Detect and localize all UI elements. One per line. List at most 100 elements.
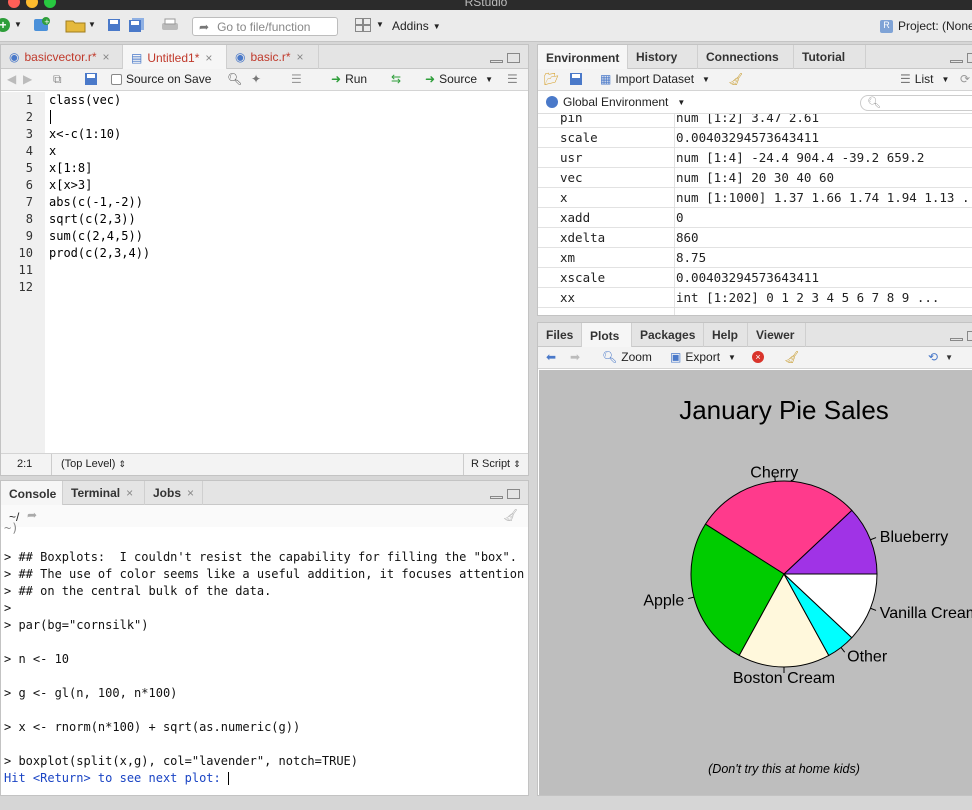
maximize-pane-icon[interactable] xyxy=(967,53,972,63)
back-arrow-icon[interactable]: ◀ xyxy=(7,72,16,86)
table-row[interactable]: xm 8.75 xyxy=(538,248,972,268)
table-row[interactable]: scale 0.00403294573643411 xyxy=(538,128,972,148)
tab-viewer[interactable]: Viewer xyxy=(748,323,806,347)
close-icon[interactable]: × xyxy=(297,50,304,64)
refresh-icon[interactable]: ⟳ xyxy=(960,72,970,86)
code-line[interactable]: class(vec) xyxy=(49,93,121,107)
rerun-icon[interactable]: ⇆ xyxy=(391,72,401,86)
maximize-pane-icon[interactable] xyxy=(967,331,972,341)
tab-plots[interactable]: Plots xyxy=(582,323,632,348)
save-icon[interactable] xyxy=(106,17,122,33)
console-output[interactable]: ~) > ## Boxplots: I couldn't resist the … xyxy=(1,521,528,795)
go-to-directory-icon[interactable]: ➦ xyxy=(27,508,37,522)
new-project-icon[interactable]: + xyxy=(32,16,54,34)
broom-icon[interactable]: 🧹︎ xyxy=(503,508,518,522)
code-line[interactable]: sum(c(2,4,5)) xyxy=(49,229,143,243)
pane-window-controls[interactable] xyxy=(950,331,972,341)
table-row[interactable]: xadd 0 xyxy=(538,208,972,228)
broom-icon[interactable]: 🧹︎ xyxy=(784,350,799,364)
run-button[interactable]: ➜ Run xyxy=(331,72,367,86)
source-button[interactable]: ➜ Source ▼ xyxy=(425,72,493,86)
forward-arrow-icon[interactable]: ➡ xyxy=(570,350,580,364)
tab-jobs[interactable]: Jobs × xyxy=(145,481,203,505)
tab-connections[interactable]: Connections xyxy=(698,45,794,69)
code-line[interactable]: x[x>3] xyxy=(49,178,92,192)
tab-environment[interactable]: Environment xyxy=(538,45,628,70)
table-row[interactable]: vec num [1:4] 20 30 40 60 xyxy=(538,168,972,188)
minimize-pane-icon[interactable] xyxy=(950,338,963,341)
tab-help[interactable]: Help xyxy=(704,323,748,347)
table-row[interactable]: x num [1:1000] 1.37 1.66 1.74 1.94 1.13 .… xyxy=(538,188,972,208)
environment-scope-selector[interactable]: Global Environment ▼ xyxy=(546,95,685,109)
table-row[interactable]: xscale 0.00403294573643411 xyxy=(538,268,972,288)
table-row[interactable]: xdelta 860 xyxy=(538,228,972,248)
pane-window-controls[interactable] xyxy=(490,489,520,499)
minimize-pane-icon[interactable] xyxy=(490,60,503,63)
chevron-down-icon[interactable]: ▼ xyxy=(88,20,96,29)
chevron-down-icon[interactable]: ▼ xyxy=(376,20,384,29)
zoom-button[interactable]: 🔍︎ Zoom xyxy=(602,350,652,364)
console-line: > par(bg="cornsilk") xyxy=(4,618,149,632)
list-view-menu[interactable]: ☰ List ▼ xyxy=(900,72,949,86)
publish-icon[interactable]: ⟲ ▼ xyxy=(928,350,953,364)
filetype-selector[interactable]: R Script ⇕ xyxy=(471,458,521,470)
tab-files[interactable]: Files xyxy=(538,323,582,347)
menu-icon[interactable]: ☰ xyxy=(507,72,518,86)
tab-terminal[interactable]: Terminal × xyxy=(63,481,145,505)
tab-packages[interactable]: Packages xyxy=(632,323,704,347)
table-row[interactable]: usr num [1:4] -24.4 904.4 -39.2 659.2 xyxy=(538,148,972,168)
save-icon[interactable] xyxy=(85,73,97,85)
remove-plot-icon[interactable]: × xyxy=(752,351,764,363)
chevron-down-icon[interactable]: ▼ xyxy=(14,20,22,29)
magic-wand-icon[interactable]: ✦ xyxy=(251,72,261,86)
save-all-icon[interactable] xyxy=(128,17,146,33)
code-line[interactable]: prod(c(2,3,4)) xyxy=(49,246,150,260)
tab-console[interactable]: Console xyxy=(1,481,63,506)
maximize-pane-icon[interactable] xyxy=(507,53,520,63)
tab-history[interactable]: History xyxy=(628,45,698,69)
broom-icon[interactable]: 🧹︎ xyxy=(728,72,743,86)
close-icon[interactable]: × xyxy=(126,486,133,500)
pane-window-controls[interactable] xyxy=(490,53,520,63)
console-line: > ## The use of color seems like a usefu… xyxy=(4,567,525,581)
console-prompt[interactable]: Hit <Return> to see next plot: xyxy=(4,771,229,785)
save-icon[interactable] xyxy=(570,73,582,85)
code-line[interactable]: sqrt(c(2,3)) xyxy=(49,212,136,226)
minimize-pane-icon[interactable] xyxy=(950,60,963,63)
tab-basicvector[interactable]: ◉ basicvector.r* × xyxy=(1,45,123,69)
table-row[interactable]: xx int [1:202] 0 1 2 3 4 5 6 7 8 9 ... xyxy=(538,288,972,308)
close-icon[interactable]: × xyxy=(205,51,212,65)
open-folder-icon[interactable] xyxy=(64,16,88,34)
scope-selector[interactable]: (Top Level) ⇕ xyxy=(61,458,126,470)
print-icon[interactable] xyxy=(160,17,180,33)
import-dataset-button[interactable]: ▦ Import Dataset ▼ xyxy=(600,72,710,86)
go-to-file-input[interactable]: ➦ Go to file/function xyxy=(192,17,338,36)
open-folder-icon[interactable]: 📂︎ xyxy=(544,72,559,86)
code-area[interactable]: 1 2 3 4 5 6 7 8 9 10 11 12 class(vec) x<… xyxy=(1,92,528,453)
environment-search-input[interactable]: 🔍︎ xyxy=(860,95,972,111)
close-icon[interactable]: × xyxy=(187,486,194,500)
search-icon[interactable]: 🔍︎ xyxy=(227,72,242,86)
minimize-pane-icon[interactable] xyxy=(490,496,503,499)
export-button[interactable]: ▣ Export ▼ xyxy=(670,350,736,364)
pane-window-controls[interactable] xyxy=(950,53,972,63)
tab-basic[interactable]: ◉ basic.r* × xyxy=(227,45,319,69)
addins-menu[interactable]: Addins ▼ xyxy=(392,18,441,34)
code-line[interactable]: x xyxy=(49,144,56,158)
project-menu[interactable]: R Project: (None) xyxy=(880,18,972,34)
grid-layout-icon[interactable] xyxy=(354,17,372,33)
code-line[interactable]: x<-c(1:10) xyxy=(49,127,121,141)
show-in-window-icon[interactable]: ⧉ xyxy=(53,72,62,87)
code-line[interactable]: abs(c(-1,-2)) xyxy=(49,195,143,209)
forward-arrow-icon[interactable]: ▶ xyxy=(23,72,32,86)
table-row[interactable]: pin num [1:2] 3.47 2.61 xyxy=(538,114,972,128)
source-on-save-checkbox[interactable]: Source on Save xyxy=(111,72,211,86)
back-arrow-icon[interactable]: ⬅ xyxy=(546,350,556,364)
tab-tutorial[interactable]: Tutorial xyxy=(794,45,866,69)
code-line[interactable]: x[1:8] xyxy=(49,161,92,175)
maximize-pane-icon[interactable] xyxy=(507,489,520,499)
new-file-icon[interactable]: + xyxy=(0,18,10,32)
outline-icon[interactable]: ☰ xyxy=(291,72,302,86)
close-icon[interactable]: × xyxy=(103,50,110,64)
tab-untitled1[interactable]: ▤ Untitled1* × xyxy=(123,45,227,70)
